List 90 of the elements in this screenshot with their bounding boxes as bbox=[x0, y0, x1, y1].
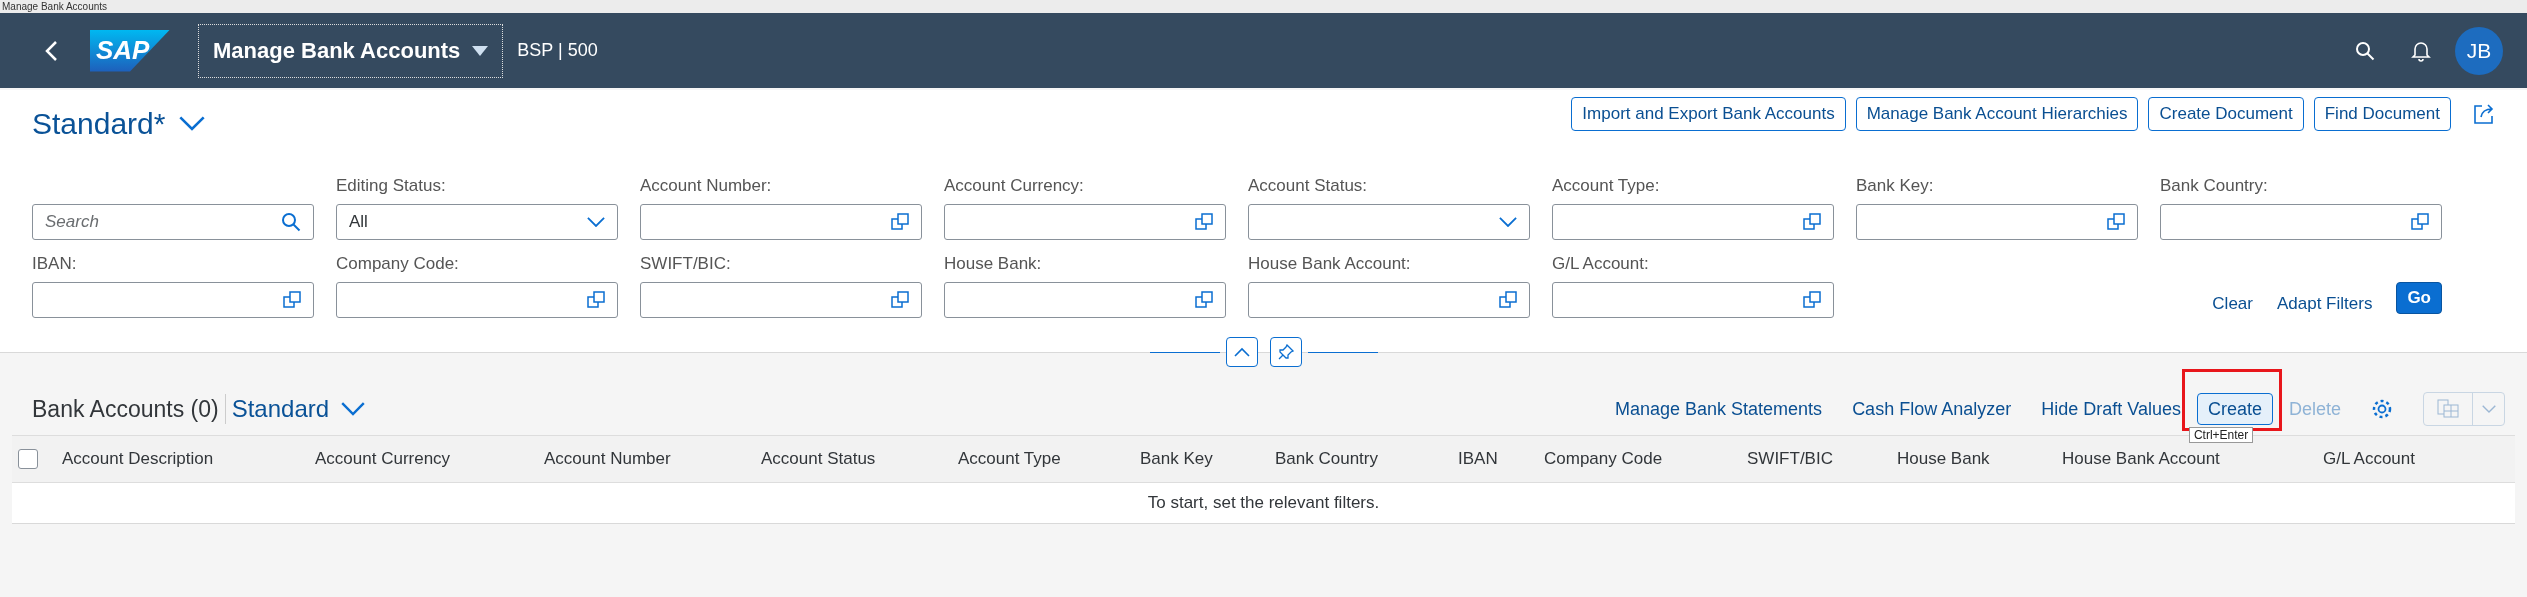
select-all-checkbox[interactable] bbox=[18, 449, 38, 469]
bell-icon[interactable] bbox=[2411, 39, 2431, 62]
share-icon[interactable] bbox=[2473, 103, 2495, 125]
filter-label: Company Code: bbox=[336, 254, 460, 274]
value-help-icon[interactable] bbox=[2411, 213, 2429, 231]
value-help-icon[interactable] bbox=[1195, 213, 1213, 231]
value-help-icon[interactable] bbox=[587, 291, 605, 309]
adapt-filters-link[interactable]: Adapt Filters bbox=[2276, 294, 2373, 314]
toolbar-link[interactable]: Manage Bank Statements bbox=[1615, 398, 1823, 420]
tooltip: Ctrl+Enter bbox=[2188, 427, 2254, 443]
header-button[interactable]: Create Document bbox=[2148, 97, 2304, 131]
table-icon bbox=[2437, 399, 2459, 419]
app-title-menu[interactable]: Manage Bank Accounts bbox=[198, 23, 504, 78]
caret-icon bbox=[472, 45, 489, 56]
filter-label: SWIFT/BIC: bbox=[640, 254, 732, 274]
table-title: Bank Accounts (0) bbox=[32, 395, 219, 423]
filter-label: Account Status: bbox=[1248, 176, 1369, 196]
toolbar-link[interactable]: Hide Draft Values bbox=[2041, 398, 2181, 420]
select-field[interactable] bbox=[1248, 204, 1530, 240]
chevron-down-icon bbox=[587, 216, 605, 228]
filter-label: Bank Country: bbox=[2160, 176, 2269, 196]
system-label: BSP | 500 bbox=[517, 40, 598, 61]
select-field[interactable]: All bbox=[336, 204, 618, 240]
value-help-icon[interactable] bbox=[1195, 291, 1213, 309]
column-header[interactable]: House Bank Account bbox=[2062, 449, 2323, 469]
column-header[interactable]: Account Type bbox=[958, 449, 1140, 469]
column-header[interactable]: Company Code bbox=[1544, 449, 1747, 469]
input-field[interactable] bbox=[1856, 204, 2138, 240]
back-button[interactable] bbox=[44, 39, 58, 62]
settings-icon[interactable] bbox=[2371, 398, 2393, 420]
column-header[interactable]: Account Description bbox=[62, 449, 315, 469]
column-header[interactable]: Account Currency bbox=[315, 449, 544, 469]
value-help-icon[interactable] bbox=[1803, 213, 1821, 231]
search-icon[interactable] bbox=[281, 212, 301, 232]
header-button[interactable]: Find Document bbox=[2313, 97, 2451, 131]
filter-label: House Bank: bbox=[944, 254, 1043, 274]
value-help-icon[interactable] bbox=[2107, 213, 2125, 231]
filter-label: Account Type: bbox=[1552, 176, 1661, 196]
column-header[interactable]: SWIFT/BIC bbox=[1747, 449, 1897, 469]
search-field[interactable]: Search bbox=[32, 204, 314, 240]
value-help-icon[interactable] bbox=[891, 291, 909, 309]
filter-label: G/L Account: bbox=[1552, 254, 1650, 274]
value-help-icon[interactable] bbox=[283, 291, 301, 309]
create-button[interactable]: Create bbox=[2196, 393, 2273, 425]
input-field[interactable] bbox=[640, 282, 922, 318]
input-field[interactable] bbox=[1552, 282, 1834, 318]
collapse-button[interactable] bbox=[1225, 337, 1258, 367]
column-header[interactable]: G/L Account bbox=[2323, 449, 2515, 469]
pin-icon bbox=[1277, 344, 1294, 360]
chevron-down-icon bbox=[1499, 216, 1517, 228]
empty-message: To start, set the relevant filters. bbox=[1147, 493, 1380, 513]
filter-label: House Bank Account: bbox=[1248, 254, 1412, 274]
input-field[interactable] bbox=[32, 282, 314, 318]
clear-link[interactable]: Clear bbox=[2212, 294, 2253, 314]
company-logo[interactable]: SAP bbox=[90, 29, 170, 72]
column-header[interactable]: Account Status bbox=[761, 449, 958, 469]
filter-label: Account Number: bbox=[640, 176, 773, 196]
header-button[interactable]: Import and Export Bank Accounts bbox=[1571, 97, 1846, 131]
caret-icon bbox=[2481, 404, 2496, 414]
chevron-down-icon bbox=[341, 401, 366, 417]
chevron-down-icon bbox=[179, 116, 206, 132]
pin-button[interactable] bbox=[1269, 337, 1302, 367]
value-help-icon[interactable] bbox=[1803, 291, 1821, 309]
input-field[interactable] bbox=[1552, 204, 1834, 240]
input-field[interactable] bbox=[2160, 204, 2442, 240]
filter-label: IBAN: bbox=[32, 254, 78, 274]
variant-selector[interactable]: Standard bbox=[231, 395, 366, 423]
value-help-icon[interactable] bbox=[891, 213, 909, 231]
input-field[interactable] bbox=[944, 204, 1226, 240]
filter-label: Editing Status: bbox=[336, 176, 447, 196]
value-help-icon[interactable] bbox=[1499, 291, 1517, 309]
column-header[interactable]: Bank Country bbox=[1275, 449, 1458, 469]
input-field[interactable] bbox=[336, 282, 618, 318]
variant-selector[interactable]: Standard* bbox=[32, 107, 206, 141]
chevron-up-icon bbox=[1233, 347, 1250, 357]
filter-label: Account Currency: bbox=[944, 176, 1085, 196]
filter-label: Bank Key: bbox=[1856, 176, 1935, 196]
column-header[interactable]: House Bank bbox=[1897, 449, 2062, 469]
input-field[interactable] bbox=[1248, 282, 1530, 318]
search-button[interactable] bbox=[2355, 40, 2375, 61]
header-button[interactable]: Manage Bank Account Hierarchies bbox=[1855, 97, 2139, 131]
input-field[interactable] bbox=[944, 282, 1226, 318]
toolbar-link[interactable]: Cash Flow Analyzer bbox=[1852, 398, 2012, 420]
column-header[interactable]: IBAN bbox=[1458, 449, 1544, 469]
user-avatar[interactable]: JB bbox=[2455, 26, 2503, 75]
column-header[interactable]: Bank Key bbox=[1140, 449, 1275, 469]
browser-tab-title: Manage Bank Accounts bbox=[2, 1, 108, 12]
column-header[interactable]: Account Number bbox=[544, 449, 761, 469]
input-field[interactable] bbox=[640, 204, 922, 240]
go-button[interactable]: Go bbox=[2396, 282, 2442, 314]
